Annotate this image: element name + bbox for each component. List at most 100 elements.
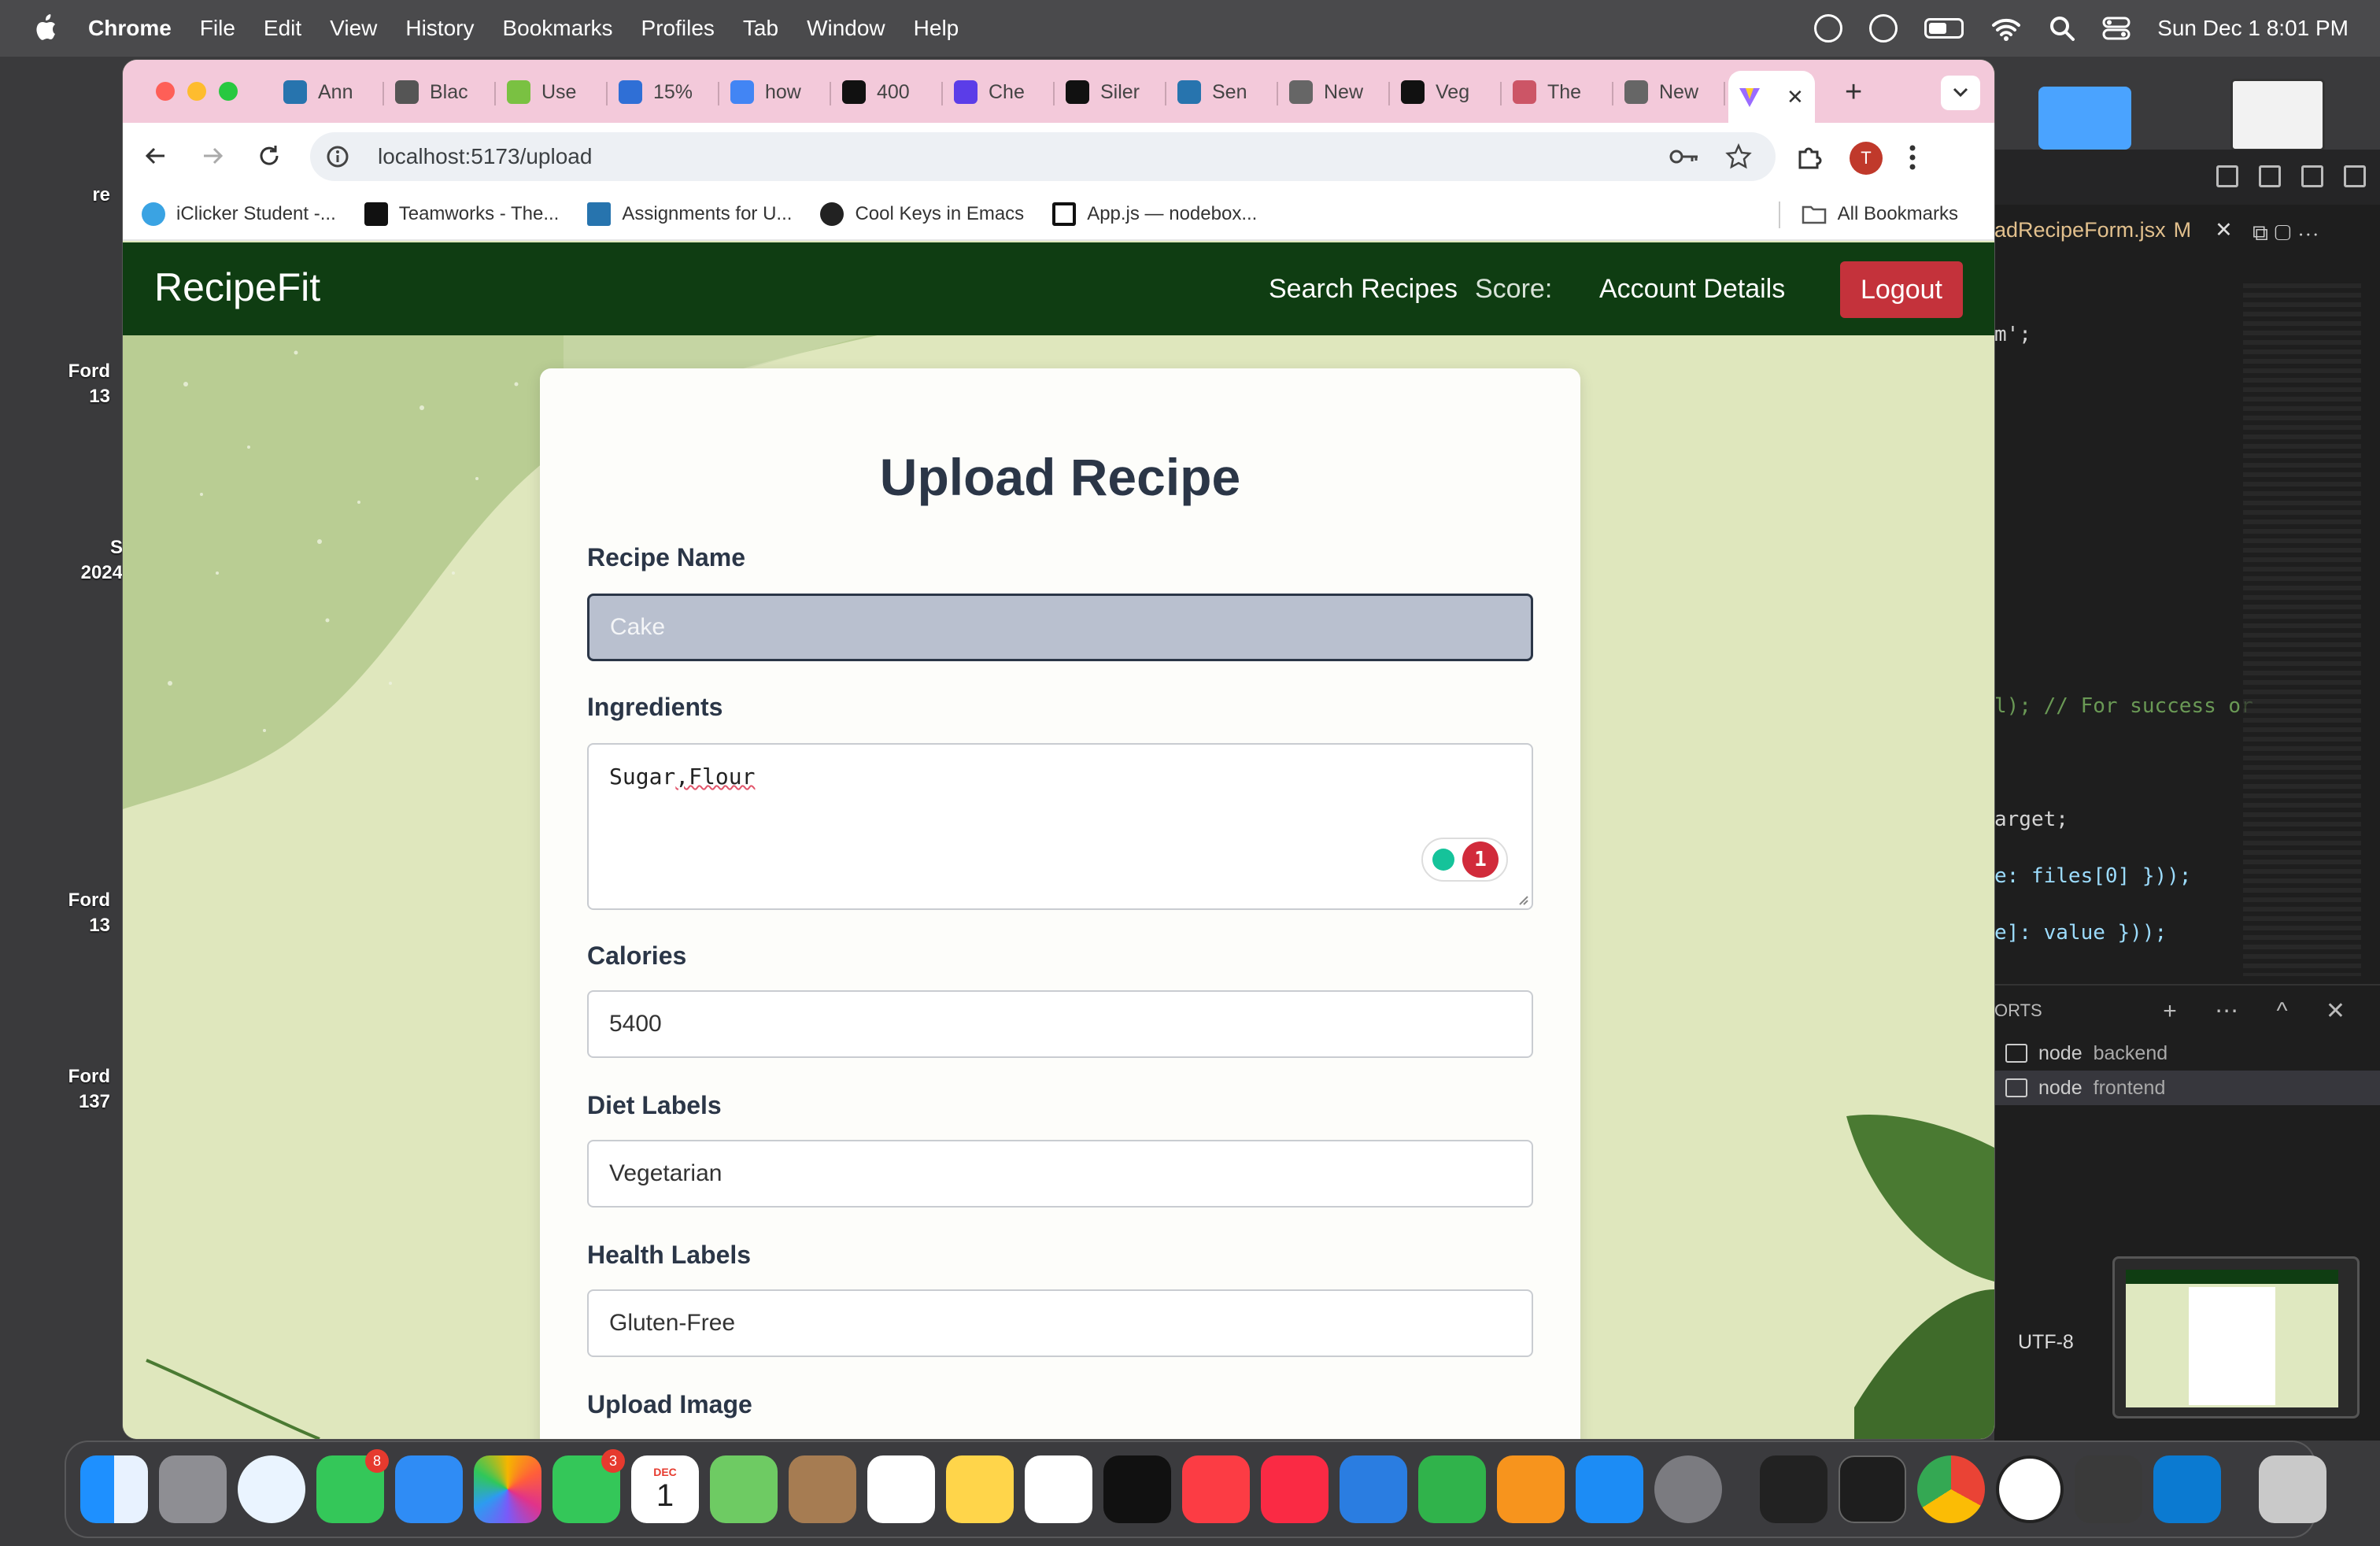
- battery-icon[interactable]: [1924, 18, 1964, 39]
- screenshot-thumbnail-preview[interactable]: [2112, 1256, 2360, 1418]
- toggle-panel-icon[interactable]: [2259, 165, 2281, 187]
- toggle-sidebar-icon[interactable]: [2216, 165, 2238, 187]
- browser-tab[interactable]: how: [730, 71, 801, 113]
- calories-input[interactable]: 5400: [587, 990, 1533, 1058]
- new-tab-button[interactable]: +: [1845, 76, 1862, 109]
- browser-tab[interactable]: The: [1513, 71, 1581, 113]
- spotlight-search-icon[interactable]: [2049, 15, 2075, 42]
- browser-tab[interactable]: Ann: [283, 71, 353, 113]
- customize-layout-icon[interactable]: [2344, 165, 2366, 187]
- control-center-icon[interactable]: [2102, 16, 2131, 41]
- piano-app-icon[interactable]: [1760, 1455, 1828, 1523]
- desktop-file-label[interactable]: Ford 137: [47, 1064, 110, 1115]
- address-bar-url[interactable]: localhost:5173/upload: [378, 144, 592, 169]
- chatgpt-status-icon[interactable]: [1869, 14, 1898, 43]
- browser-tab[interactable]: Use: [507, 71, 576, 113]
- all-bookmarks-folder[interactable]: All Bookmarks: [1802, 203, 1958, 225]
- music-icon[interactable]: [1182, 1455, 1250, 1523]
- desktop-file-label[interactable]: Ford 13: [47, 888, 110, 938]
- menu-view[interactable]: View: [330, 16, 377, 41]
- contacts-icon[interactable]: [789, 1455, 856, 1523]
- trash-icon[interactable]: [2259, 1455, 2326, 1523]
- forward-icon[interactable]: [197, 140, 228, 172]
- extensions-puzzle-icon[interactable]: [1793, 142, 1824, 173]
- browser-tab[interactable]: New: [1624, 71, 1698, 113]
- site-info-icon[interactable]: [326, 145, 349, 168]
- editor-minimap[interactable]: [2243, 283, 2361, 976]
- chatgpt-icon[interactable]: [1996, 1455, 2064, 1523]
- desktop-folder-icon[interactable]: [2038, 87, 2131, 150]
- menu-bookmarks[interactable]: Bookmarks: [502, 16, 612, 41]
- tab-search-chevron-down-icon[interactable]: [1941, 76, 1980, 110]
- menu-history[interactable]: History: [405, 16, 474, 41]
- logout-button[interactable]: Logout: [1840, 261, 1963, 318]
- panel-actions-icon[interactable]: + ⋯ ^ ✕: [2163, 997, 2361, 1025]
- menu-profiles[interactable]: Profiles: [641, 16, 715, 41]
- grammarly-status-icon[interactable]: [1814, 14, 1843, 43]
- app-brand[interactable]: RecipeFit: [154, 264, 320, 310]
- browser-tab[interactable]: Veg: [1401, 71, 1469, 113]
- editor-tab-upload-recipe-form[interactable]: adRecipeForm.jsx M ✕: [1994, 205, 2233, 255]
- news-icon[interactable]: [1261, 1455, 1329, 1523]
- launchpad-icon[interactable]: [159, 1455, 227, 1523]
- browser-tab[interactable]: Sen: [1177, 71, 1247, 113]
- menu-window[interactable]: Window: [807, 16, 885, 41]
- desktop-file-label[interactable]: Ford 13: [47, 359, 110, 409]
- diet-labels-input[interactable]: Vegetarian: [587, 1140, 1533, 1208]
- profile-avatar[interactable]: T: [1850, 142, 1883, 175]
- calendar-icon[interactable]: DEC 1: [631, 1455, 699, 1523]
- terminal-icon[interactable]: [1839, 1455, 1906, 1523]
- desktop-screenshot-icon[interactable]: [2230, 79, 2325, 151]
- vscode-icon[interactable]: [2153, 1455, 2221, 1523]
- reload-icon[interactable]: [253, 140, 285, 172]
- bookmark-nodebox[interactable]: App.js — nodebox...: [1052, 202, 1257, 226]
- app-store-icon[interactable]: [1576, 1455, 1643, 1523]
- menu-file[interactable]: File: [200, 16, 235, 41]
- health-labels-input[interactable]: Gluten-Free: [587, 1289, 1533, 1357]
- grammarly-widget[interactable]: 1: [1421, 838, 1508, 882]
- apple-menu-icon[interactable]: [30, 13, 61, 44]
- numbers-icon[interactable]: [1418, 1455, 1486, 1523]
- status-encoding[interactable]: UTF-8: [2018, 1331, 2074, 1354]
- active-browser-tab[interactable]: ✕: [1728, 71, 1815, 123]
- back-icon[interactable]: [140, 140, 172, 172]
- panel-title[interactable]: ORTS: [1994, 1000, 2042, 1021]
- browser-tab[interactable]: Blac: [395, 71, 468, 113]
- close-window-button[interactable]: [156, 82, 175, 101]
- finder-icon[interactable]: [80, 1455, 148, 1523]
- nav-search-recipes[interactable]: Search Recipes: [1269, 274, 1458, 305]
- safari-icon[interactable]: [238, 1455, 305, 1523]
- pages-icon[interactable]: [1497, 1455, 1565, 1523]
- browser-tab[interactable]: 400: [842, 71, 910, 113]
- browser-tab[interactable]: 15%: [619, 71, 693, 113]
- bookmark-assignments[interactable]: Assignments for U...: [587, 202, 792, 226]
- menu-help[interactable]: Help: [914, 16, 959, 41]
- desktop-file-label[interactable]: S 2024: [60, 535, 123, 586]
- zoom-window-button[interactable]: [219, 82, 238, 101]
- address-bar[interactable]: localhost:5173/upload: [310, 132, 1776, 181]
- menu-app-name[interactable]: Chrome: [88, 16, 172, 41]
- system-settings-icon[interactable]: [1654, 1455, 1722, 1523]
- facetime-icon[interactable]: 3: [552, 1449, 625, 1523]
- menu-edit[interactable]: Edit: [264, 16, 301, 41]
- chrome-menu-icon[interactable]: [1897, 142, 1928, 173]
- terminal-item-frontend[interactable]: node frontend: [1994, 1071, 2380, 1105]
- wifi-icon[interactable]: [1990, 16, 2022, 41]
- reminders-icon[interactable]: [867, 1455, 935, 1523]
- browser-tab[interactable]: Siler: [1066, 71, 1140, 113]
- close-icon[interactable]: ✕: [2215, 218, 2233, 242]
- bookmark-cool-keys[interactable]: Cool Keys in Emacs: [820, 202, 1024, 226]
- menu-tab[interactable]: Tab: [743, 16, 778, 41]
- browser-tab[interactable]: Che: [954, 71, 1025, 113]
- notes-icon[interactable]: [946, 1455, 1014, 1523]
- photos-icon[interactable]: [474, 1455, 541, 1523]
- bookmark-star-icon[interactable]: [1725, 143, 1752, 170]
- keynote-icon[interactable]: [1340, 1455, 1407, 1523]
- maps-icon[interactable]: [710, 1455, 778, 1523]
- bookmark-teamworks[interactable]: Teamworks - The...: [364, 202, 559, 226]
- terminal-item-backend[interactable]: node backend: [1994, 1036, 2380, 1071]
- menu-clock[interactable]: Sun Dec 1 8:01 PM: [2157, 16, 2349, 41]
- desktop-file-label[interactable]: re: [47, 183, 110, 208]
- chrome-icon[interactable]: [1917, 1455, 1985, 1523]
- messages-icon[interactable]: 8: [316, 1449, 389, 1523]
